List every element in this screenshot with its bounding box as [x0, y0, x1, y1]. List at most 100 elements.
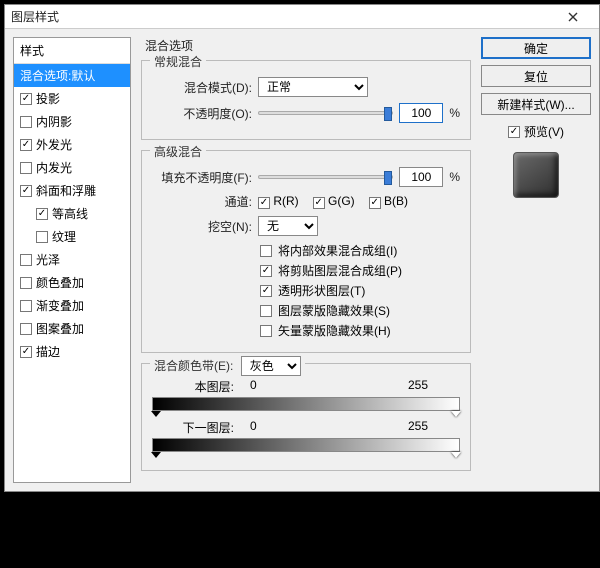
style-item-10[interactable]: 渐变叠加	[14, 294, 130, 317]
style-item-5[interactable]: 斜面和浮雕	[14, 179, 130, 202]
black-stop-icon[interactable]	[151, 452, 161, 458]
styles-header: 样式	[14, 38, 130, 64]
checkbox-icon	[260, 305, 272, 317]
channel-g[interactable]: G(G)	[313, 194, 355, 209]
style-item-2[interactable]: 内阴影	[14, 110, 130, 133]
fill-opacity-slider[interactable]	[258, 175, 393, 179]
checkbox-icon	[20, 162, 32, 174]
percent-label: %	[449, 106, 460, 120]
checkbox-icon	[258, 197, 270, 209]
checkbox-icon	[20, 300, 32, 312]
preview-toggle[interactable]: 预览(V)	[481, 123, 591, 140]
style-item-label: 图案叠加	[36, 320, 84, 337]
layer-style-dialog: 图层样式 样式 混合选项:默认投影内阴影外发光内发光斜面和浮雕等高线纹理光泽颜色…	[4, 4, 600, 492]
checkbox-icon	[20, 116, 32, 128]
black-stop-icon[interactable]	[151, 411, 161, 417]
style-item-11[interactable]: 图案叠加	[14, 317, 130, 340]
style-item-label: 外发光	[36, 136, 72, 153]
dialog-body: 样式 混合选项:默认投影内阴影外发光内发光斜面和浮雕等高线纹理光泽颜色叠加渐变叠…	[5, 29, 599, 491]
close-button[interactable]	[553, 7, 593, 27]
adv-option-1[interactable]: 将剪贴图层混合成组(P)	[260, 262, 460, 279]
checkbox-icon	[20, 185, 32, 197]
style-item-8[interactable]: 光泽	[14, 248, 130, 271]
style-item-label: 颜色叠加	[36, 274, 84, 291]
blend-if-group: 混合颜色带(E): 灰色 本图层: 0 255 下一图层: 0	[141, 363, 471, 471]
checkbox-icon	[36, 231, 48, 243]
checkbox-icon	[313, 197, 325, 209]
fill-opacity-label: 填充不透明度(F):	[152, 169, 252, 186]
style-item-label: 混合选项:默认	[20, 67, 95, 84]
blend-mode-label: 混合模式(D):	[152, 79, 252, 96]
blending-options-title: 混合选项	[145, 37, 473, 54]
styles-panel: 样式 混合选项:默认投影内阴影外发光内发光斜面和浮雕等高线纹理光泽颜色叠加渐变叠…	[13, 37, 131, 483]
checkbox-icon	[20, 323, 32, 335]
adv-option-3[interactable]: 图层蒙版隐藏效果(S)	[260, 302, 460, 319]
style-item-4[interactable]: 内发光	[14, 156, 130, 179]
style-item-label: 投影	[36, 90, 60, 107]
white-stop-icon[interactable]	[451, 411, 461, 417]
style-item-3[interactable]: 外发光	[14, 133, 130, 156]
slider-thumb[interactable]	[384, 171, 392, 185]
adv-option-0[interactable]: 将内部效果混合成组(I)	[260, 242, 460, 259]
style-item-6[interactable]: 等高线	[14, 202, 130, 225]
checkbox-icon	[260, 325, 272, 337]
underlying-label: 下一图层:	[154, 419, 234, 436]
advanced-blending-group: 高级混合 填充不透明度(F): % 通道: R(R) G(G) B(B)	[141, 150, 471, 353]
style-item-9[interactable]: 颜色叠加	[14, 271, 130, 294]
titlebar: 图层样式	[5, 5, 599, 29]
style-item-label: 斜面和浮雕	[36, 182, 96, 199]
styles-list: 混合选项:默认投影内阴影外发光内发光斜面和浮雕等高线纹理光泽颜色叠加渐变叠加图案…	[14, 64, 130, 482]
options-panel: 混合选项 常规混合 混合模式(D): 正常 不透明度(O): % 高级混合 填充…	[139, 37, 473, 483]
opacity-slider[interactable]	[258, 111, 393, 115]
channel-r[interactable]: R(R)	[258, 194, 299, 209]
style-item-label: 描边	[36, 343, 60, 360]
blend-if-title: 混合颜色带(E): 灰色	[150, 356, 305, 376]
opacity-label: 不透明度(O):	[152, 105, 252, 122]
style-item-label: 内发光	[36, 159, 72, 176]
opacity-input[interactable]	[399, 103, 443, 123]
channels-label: 通道:	[152, 193, 252, 210]
style-item-12[interactable]: 描边	[14, 340, 130, 363]
style-item-label: 光泽	[36, 251, 60, 268]
style-item-label: 渐变叠加	[36, 297, 84, 314]
preview-swatch	[513, 152, 559, 198]
this-layer-label: 本图层:	[154, 378, 234, 395]
style-item-1[interactable]: 投影	[14, 87, 130, 110]
action-panel: 确定 复位 新建样式(W)... 预览(V)	[481, 37, 591, 483]
adv-option-4[interactable]: 矢量蒙版隐藏效果(H)	[260, 322, 460, 339]
close-icon	[568, 12, 578, 22]
new-style-button[interactable]: 新建样式(W)...	[481, 93, 591, 115]
style-item-label: 内阴影	[36, 113, 72, 130]
channel-b[interactable]: B(B)	[369, 194, 408, 209]
window-title: 图层样式	[11, 8, 59, 25]
style-item-7[interactable]: 纹理	[14, 225, 130, 248]
adv-option-2[interactable]: 透明形状图层(T)	[260, 282, 460, 299]
blend-if-select[interactable]: 灰色	[241, 356, 301, 376]
checkbox-icon	[508, 126, 520, 138]
checkbox-icon	[260, 285, 272, 297]
knockout-select[interactable]: 无	[258, 216, 318, 236]
ok-button[interactable]: 确定	[481, 37, 591, 59]
adv-option-label: 将剪贴图层混合成组(P)	[278, 262, 402, 279]
general-blending-group: 常规混合 混合模式(D): 正常 不透明度(O): %	[141, 60, 471, 140]
checkbox-icon	[36, 208, 48, 220]
checkbox-icon	[20, 139, 32, 151]
adv-option-label: 将内部效果混合成组(I)	[278, 242, 397, 259]
checkbox-icon	[260, 265, 272, 277]
blend-mode-select[interactable]: 正常	[258, 77, 368, 97]
slider-thumb[interactable]	[384, 107, 392, 121]
advanced-blending-title: 高级混合	[150, 143, 206, 160]
cancel-button[interactable]: 复位	[481, 65, 591, 87]
style-item-0[interactable]: 混合选项:默认	[14, 64, 130, 87]
fill-opacity-input[interactable]	[399, 167, 443, 187]
checkbox-icon	[260, 245, 272, 257]
adv-option-label: 矢量蒙版隐藏效果(H)	[278, 322, 391, 339]
underlying-gradient[interactable]	[152, 438, 460, 452]
checkbox-icon	[369, 197, 381, 209]
white-stop-icon[interactable]	[451, 452, 461, 458]
checkbox-icon	[20, 254, 32, 266]
knockout-label: 挖空(N):	[152, 218, 252, 235]
this-layer-gradient[interactable]	[152, 397, 460, 411]
checkbox-icon	[20, 93, 32, 105]
general-blending-title: 常规混合	[150, 53, 206, 70]
